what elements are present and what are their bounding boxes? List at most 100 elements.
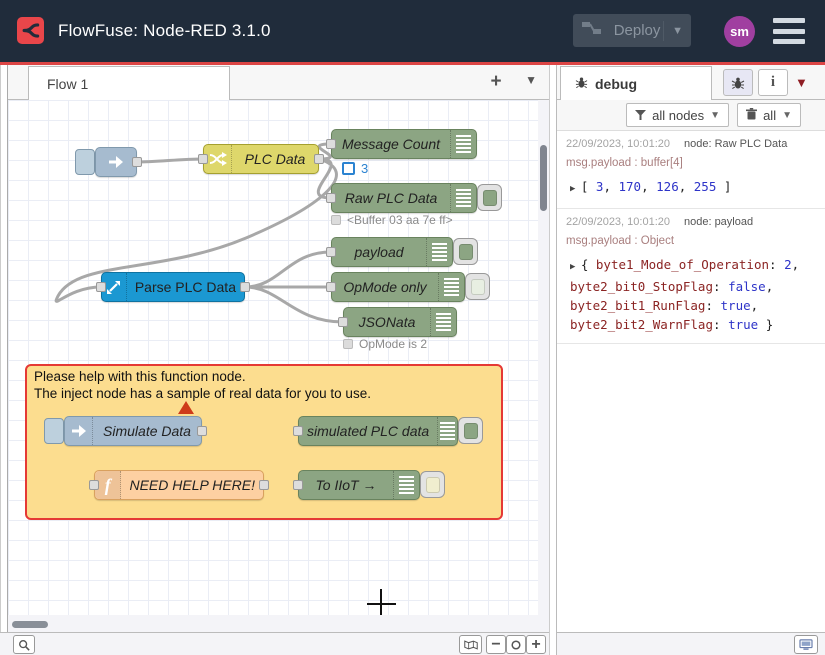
node-parse-plc-data[interactable]: Parse PLC Data: [101, 272, 245, 302]
node-to-iiot[interactable]: To IIoT →: [298, 470, 420, 500]
bug-icon: [575, 76, 588, 92]
debug-icon: [430, 308, 456, 336]
error-marker-icon: [178, 401, 194, 414]
debug-icon: [393, 471, 419, 499]
node-label: To IIoT →: [299, 471, 393, 499]
tab-debug-label: debug: [595, 76, 637, 92]
debug-icon: [426, 238, 452, 266]
debug-toggle-payload[interactable]: [453, 238, 478, 265]
app-title: FlowFuse: Node-RED 3.1.0: [58, 0, 271, 62]
node-label: simulated PLC data: [299, 417, 437, 445]
flow-canvas[interactable]: Please help with this function node. The…: [8, 100, 549, 632]
palette-collapsed[interactable]: [0, 65, 8, 632]
port-in[interactable]: [326, 193, 336, 203]
node-status-count: 3: [342, 161, 368, 176]
node-inject-top[interactable]: [95, 147, 137, 177]
deploy-button[interactable]: Deploy ▼: [573, 14, 691, 47]
header-bar: FlowFuse: Node-RED 3.1.0 Deploy ▼ sm: [0, 0, 825, 62]
port-in[interactable]: [198, 154, 208, 164]
main-menu-button[interactable]: [773, 18, 805, 44]
node-simulated-plc-data[interactable]: simulated PLC data: [298, 416, 458, 446]
port-in[interactable]: [96, 282, 106, 292]
deploy-icon: [581, 19, 603, 42]
port-out[interactable]: [259, 480, 269, 490]
deploy-options-caret[interactable]: ▼: [663, 21, 683, 41]
debug-toggle-iiot[interactable]: [420, 471, 445, 498]
node-label: Message Count: [332, 130, 450, 158]
clear-messages-button[interactable]: all ▼: [737, 103, 801, 127]
open-debug-window-button[interactable]: [794, 635, 818, 654]
node-raw-plc-data[interactable]: Raw PLC Data: [331, 183, 477, 213]
add-flow-button[interactable]: +: [485, 71, 507, 93]
node-label: JSONata: [344, 308, 430, 336]
node-message-count[interactable]: Message Count: [331, 129, 477, 159]
node-plc-data[interactable]: PLC Data: [203, 144, 319, 174]
port-in[interactable]: [89, 480, 99, 490]
debug-toggle-raw[interactable]: [477, 184, 502, 211]
debug-toggle-sim[interactable]: [458, 417, 483, 444]
h-scrollbar-track[interactable]: [8, 615, 549, 632]
navigator-map-button[interactable]: [459, 635, 482, 654]
message-timestamp: 22/09/2023, 10:01:20: [566, 216, 670, 228]
info-panel-button[interactable]: i: [758, 69, 788, 96]
debug-message[interactable]: 22/09/2023, 10:01:20node: payloadmsg.pay…: [557, 209, 825, 344]
port-in[interactable]: [326, 139, 336, 149]
port-out[interactable]: [314, 154, 324, 164]
debug-icon: [450, 184, 476, 212]
filter-nodes-button[interactable]: all nodes ▼: [626, 103, 729, 127]
flow-list-caret[interactable]: ▼: [525, 73, 537, 87]
sidebar-menu-caret[interactable]: ▼: [795, 75, 808, 90]
debug-message[interactable]: 22/09/2023, 10:01:20node: Raw PLC Datams…: [557, 131, 825, 209]
h-scrollbar-thumb[interactable]: [12, 621, 48, 628]
node-label: Raw PLC Data: [332, 184, 450, 212]
node-jsonata[interactable]: JSONata: [343, 307, 457, 337]
node-payload[interactable]: payload: [331, 237, 453, 267]
node-red-window: FlowFuse: Node-RED 3.1.0 Deploy ▼ sm Flo…: [0, 0, 825, 655]
node-label: payload: [332, 238, 426, 266]
workspace-footer: − +: [0, 632, 549, 655]
debug-icon: [437, 417, 457, 445]
port-out[interactable]: [132, 157, 142, 167]
inject-arrow-icon: [96, 148, 136, 176]
workspace: Flow 1 + ▼: [8, 65, 549, 632]
tab-debug[interactable]: debug: [560, 66, 712, 100]
node-label: OpMode only: [332, 273, 438, 301]
v-scrollbar-thumb[interactable]: [540, 145, 547, 211]
node-label: Simulate Data: [93, 417, 201, 445]
expand-arrow[interactable]: ▶: [570, 262, 581, 272]
search-flows-button[interactable]: [13, 635, 35, 654]
tab-flow-1[interactable]: Flow 1: [28, 66, 230, 100]
port-in[interactable]: [293, 426, 303, 436]
port-in[interactable]: [326, 247, 336, 257]
debug-toggle-opmode[interactable]: [465, 273, 490, 300]
debug-icon: [438, 273, 464, 301]
node-simulate-data[interactable]: Simulate Data: [64, 416, 202, 446]
zoom-reset-button[interactable]: [506, 635, 526, 654]
inject-button[interactable]: [75, 149, 95, 175]
expand-arrow[interactable]: ▶: [570, 184, 581, 194]
group-label: Please help with this function node. The…: [34, 368, 371, 402]
message-payload: ▶ [ 3, 170, 126, 255 ]: [566, 177, 816, 199]
message-timestamp: 22/09/2023, 10:01:20: [566, 138, 670, 150]
inject-button-simulate[interactable]: [44, 418, 64, 444]
node-need-help[interactable]: f NEED HELP HERE!: [94, 470, 264, 500]
node-status-raw: <Buffer 03 aa 7e ff>: [331, 213, 453, 227]
shuffle-icon: [204, 145, 232, 173]
port-in[interactable]: [338, 317, 348, 327]
port-out[interactable]: [240, 282, 250, 292]
node-opmode-only[interactable]: OpMode only: [331, 272, 465, 302]
port-in[interactable]: [326, 282, 336, 292]
node-status-jsonata: OpMode is 2: [343, 337, 427, 351]
zoom-in-button[interactable]: +: [526, 635, 546, 654]
port-out[interactable]: [197, 426, 207, 436]
sidebar-resize-handle[interactable]: [549, 65, 557, 632]
node-label: PLC Data: [232, 145, 318, 173]
message-property-path: msg.payload : Object: [566, 235, 816, 247]
debug-panel-button[interactable]: [723, 69, 753, 96]
port-in[interactable]: [293, 480, 303, 490]
zoom-out-button[interactable]: −: [486, 635, 506, 654]
flow-tabbar: Flow 1 + ▼: [8, 65, 549, 100]
user-avatar[interactable]: sm: [724, 16, 755, 47]
trash-icon: [746, 108, 757, 123]
node-label: NEED HELP HERE!: [121, 471, 263, 499]
